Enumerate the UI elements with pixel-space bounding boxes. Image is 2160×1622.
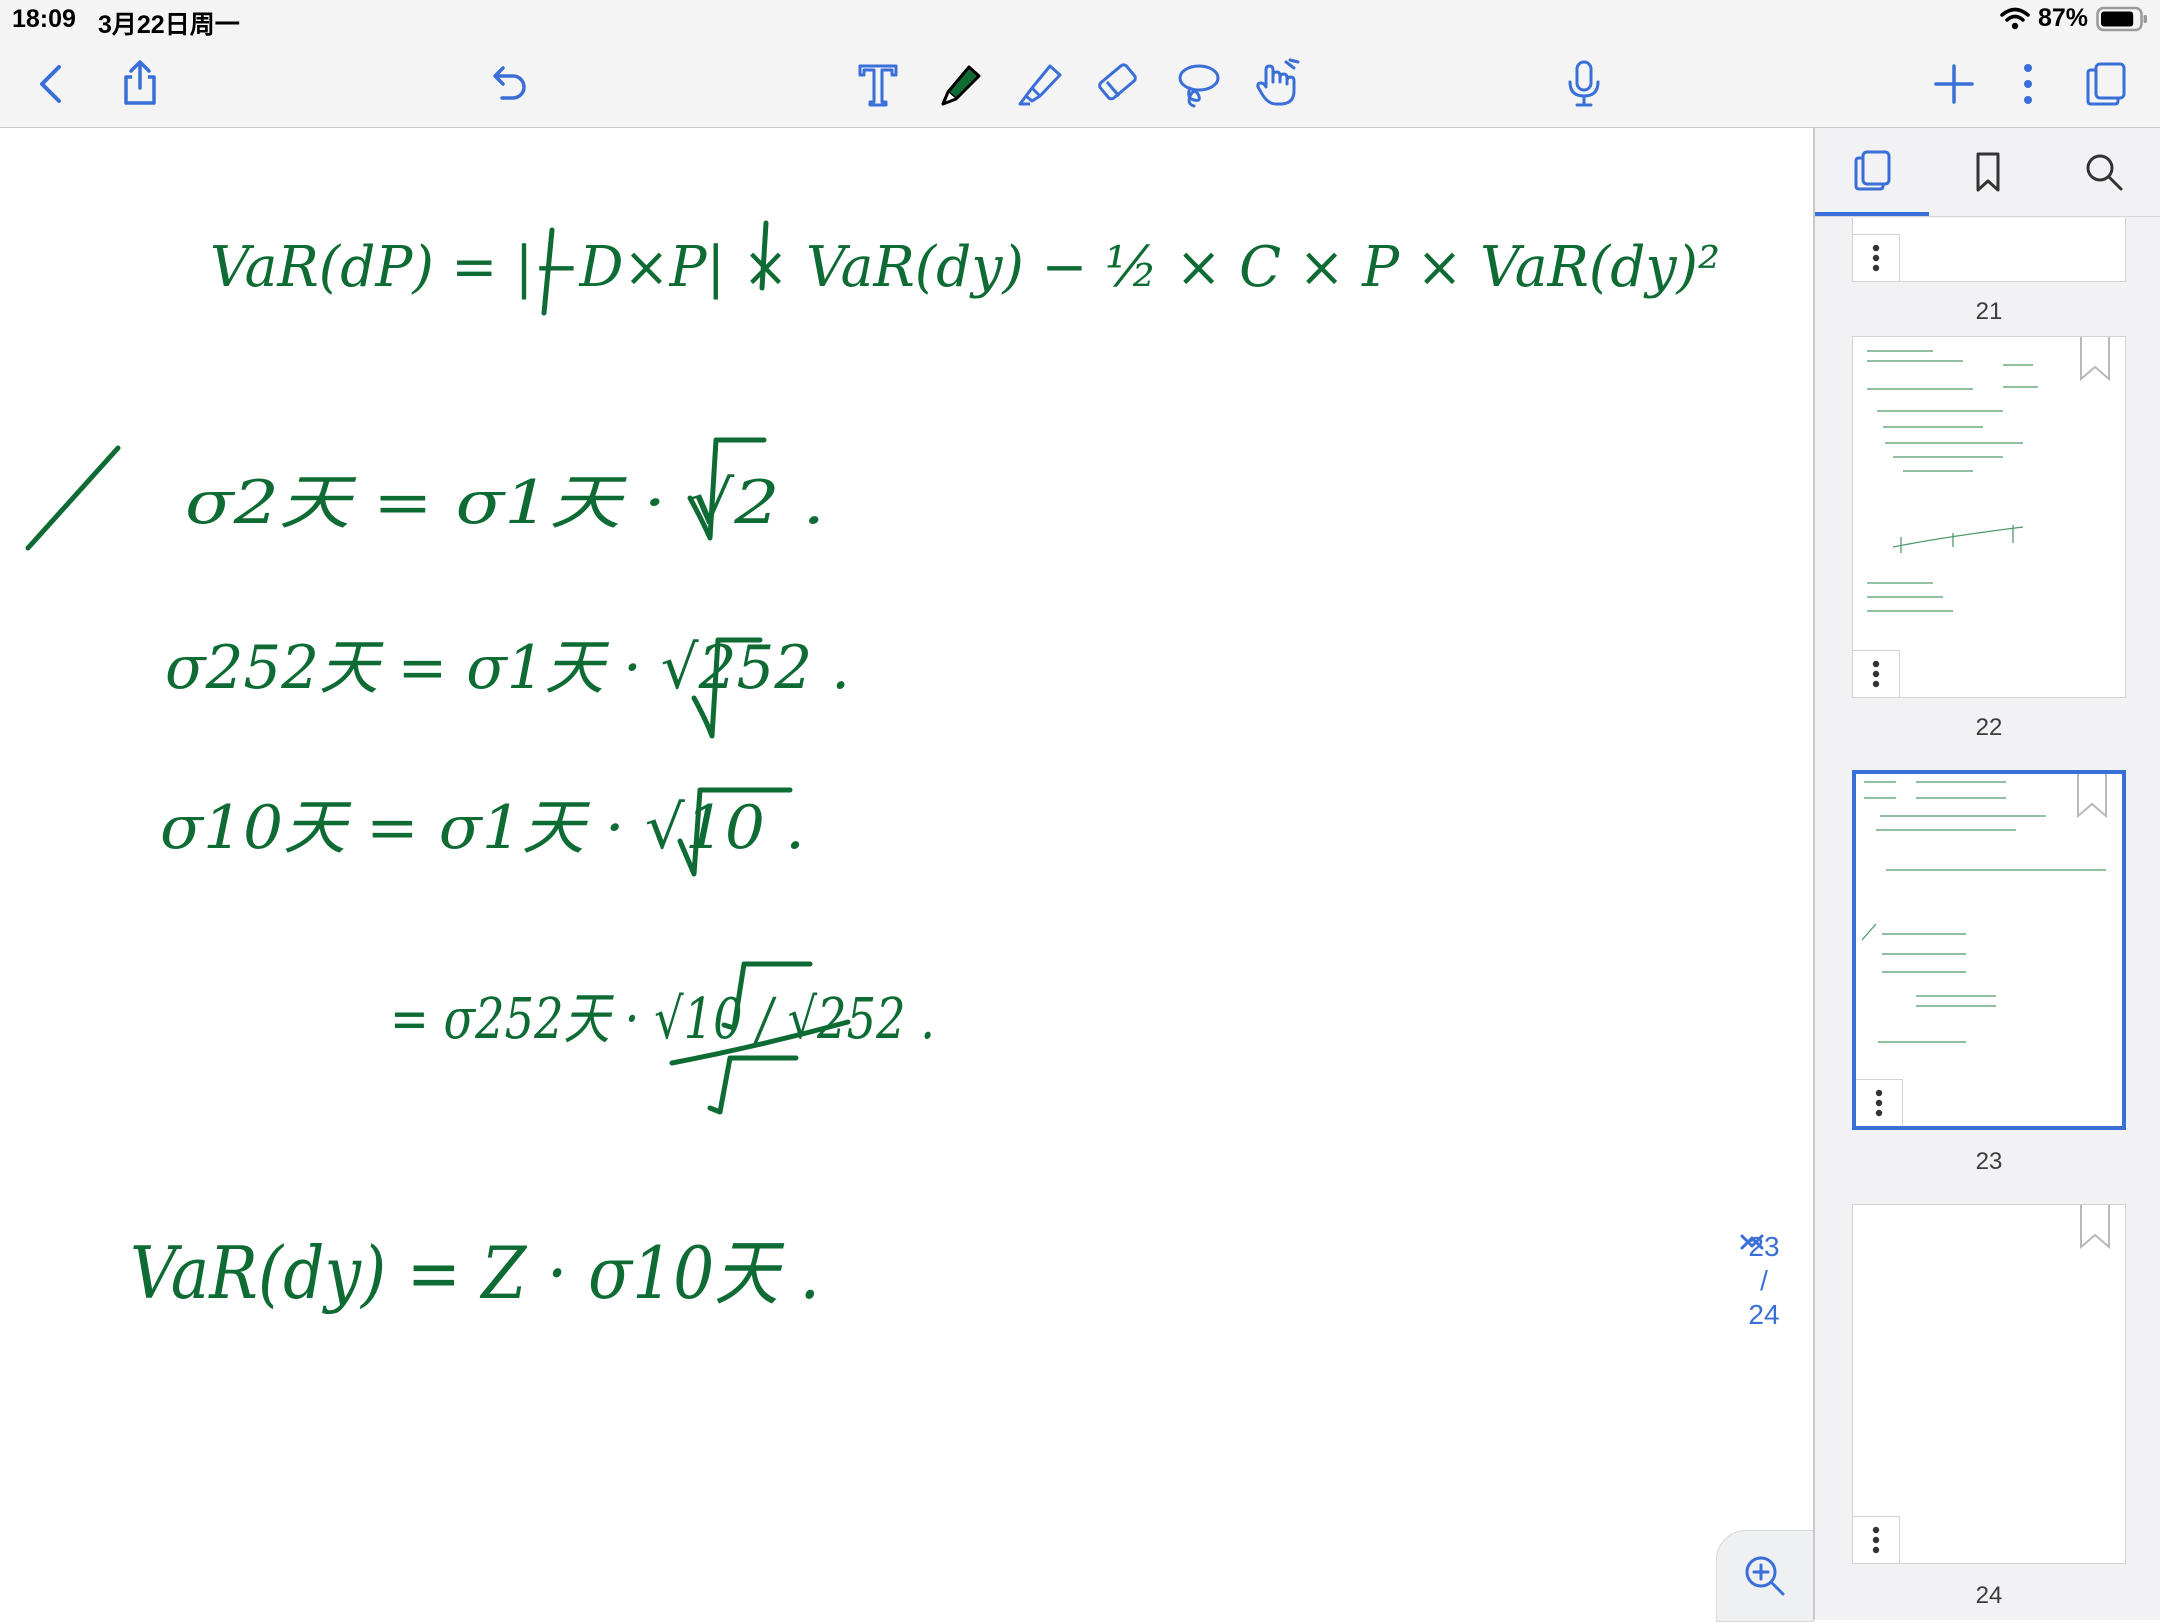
status-bar: 18:09 3月22日周一 87% [0,0,2160,40]
share-icon [124,60,156,105]
lasso-icon [1178,64,1220,108]
hand-tool-icon [1256,58,1300,106]
pen-tool-icon [941,65,981,106]
tab-bookmarks[interactable] [1931,128,2045,216]
thumbnail-page-number: 21 [1975,298,2003,325]
highlighter-icon [1018,64,1062,106]
add-page-icon [1934,64,1974,104]
undo-icon [493,66,526,100]
thumbnail-preview [1861,781,2106,1043]
ink-line-sigma-2: σ2天 = σ1天 · √2 . [185,468,825,538]
more-button[interactable] [1996,52,2060,116]
pages-sidebar: 21 22 23 24 [1813,128,2160,1620]
toolbar [0,40,2160,128]
status-right: 87% [2000,4,2148,33]
pages-view-button[interactable] [2074,52,2138,116]
sidebar-tabs [1815,128,2160,217]
more-vertical-icon [1872,1526,1880,1554]
bookmarks-tab-icon [1976,152,2000,192]
thumbnail-page-number: 23 [1975,1148,2003,1175]
battery-icon [2096,6,2147,31]
text-tool-button[interactable] [846,52,910,116]
thumbnail-page-number: 22 [1975,714,2003,741]
ink-line-sigma-10: σ10天 = σ1天 · √10 . [160,793,805,863]
more-icon [2024,64,2032,104]
zoom-button[interactable] [1716,1530,1814,1622]
thumbnail-bookmark-icon[interactable] [2076,774,2108,818]
note-canvas[interactable]: VaR(dP) = |−D×P| × VaR(dy) − ½ × C × P ×… [0,128,1812,1620]
ink-radical-252-denominator [707,1055,799,1115]
highlighter-button[interactable] [1008,52,1072,116]
ink-line-sigma-252: σ252天 = σ1天 · √252 . [165,633,850,703]
thumbnail-list: 21 22 23 24 [1815,218,2160,1620]
hand-tool-button[interactable] [1244,52,1308,116]
page-thumbnail-22[interactable] [1852,336,2126,698]
eraser-icon [1098,63,1137,101]
battery-percentage: 87% [2037,4,2088,32]
zoom-in-icon [1745,1556,1785,1596]
back-button[interactable] [20,52,84,116]
back-icon [40,65,61,103]
thumbnail-preview [1867,350,2038,612]
ink-line-var-dy: VaR(dy) = Z · σ10天 . [130,1231,820,1315]
pages-tab-icon [1854,150,1891,191]
undo-button[interactable] [476,52,540,116]
tab-pages[interactable] [1815,128,1929,216]
status-time: 18:09 [12,5,76,33]
pages-view-icon [2086,62,2126,106]
page-thumbnail-23[interactable] [1852,770,2126,1130]
thumbnail-menu-button[interactable] [1853,650,1900,697]
more-vertical-icon [1872,660,1880,688]
eraser-button[interactable] [1086,52,1150,116]
thumbnail-page-number: 24 [1975,1582,2003,1609]
thumbnail-menu-button[interactable] [1856,1079,1903,1126]
thumbnail-bookmark-icon[interactable] [2079,1205,2111,1249]
handwriting-layer: VaR(dP) = |−D×P| × VaR(dy) − ½ × C × P ×… [25,220,1720,1315]
more-vertical-icon [1875,1089,1883,1117]
page-separator: / [1760,1265,1768,1296]
share-button[interactable] [108,52,172,116]
wifi-icon [2000,7,2030,29]
thumbnail-bookmark-icon[interactable] [2079,337,2111,381]
ink-line-var-dp: VaR(dP) = |−D×P| × VaR(dy) − ½ × C × P ×… [210,235,1720,300]
thumbnail-menu-button[interactable] [1853,1516,1900,1563]
microphone-icon [1568,60,1600,107]
search-tab-icon [2086,154,2123,191]
pen-tool-button[interactable] [928,52,992,116]
add-page-button[interactable] [1922,52,1986,116]
tab-search[interactable] [2047,128,2160,216]
status-date: 3月22日周一 [98,11,240,39]
microphone-button[interactable] [1552,52,1616,116]
lasso-button[interactable] [1166,52,1230,116]
ink-line-sigma-10-ratio: = σ252天 · √10 / √252 . [390,987,935,1052]
text-tool-icon [858,64,898,107]
next-page-chevron-icon[interactable] [1732,1222,1772,1262]
ink-tick-mark [25,445,121,551]
thumbnail-menu-button[interactable] [1853,234,1900,281]
page-thumbnail-24[interactable] [1852,1204,2126,1564]
page-navigator: 23 / 24 [1732,1222,1796,1452]
total-page-number: 24 [1748,1299,1780,1330]
more-vertical-icon [1872,244,1880,272]
page-thumbnail-21[interactable] [1852,218,2126,282]
